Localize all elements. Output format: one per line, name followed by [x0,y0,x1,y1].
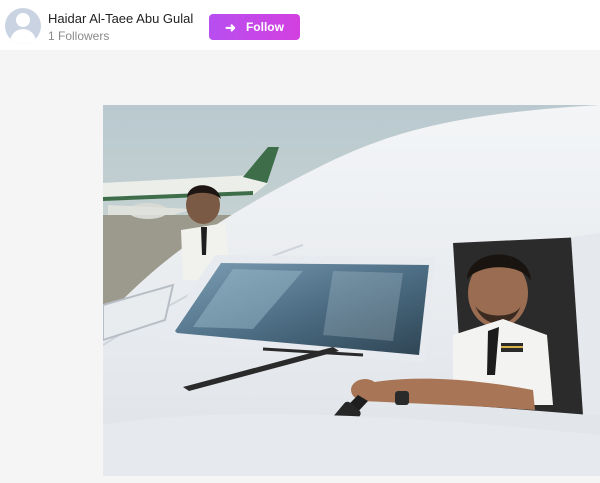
post-header: Haidar Al-Taee Abu Gulal 1 Followers ➜ F… [0,0,600,50]
avatar-body-shape [10,29,36,44]
avatar[interactable] [5,8,41,44]
arrow-right-icon: ➜ [225,19,236,35]
follow-button[interactable]: ➜ Follow [209,14,300,40]
avatar-head-shape [16,13,30,27]
post-photo[interactable] [103,105,600,476]
followers-count: 1 Followers [48,29,110,43]
cockpit-selfie-photo [103,105,600,476]
post-spacer [0,50,600,105]
photo-left-margin [0,105,103,483]
follow-label: Follow [245,20,284,34]
post-bottom-divider [0,476,600,483]
user-name[interactable]: Haidar Al-Taee Abu Gulal [48,11,193,26]
